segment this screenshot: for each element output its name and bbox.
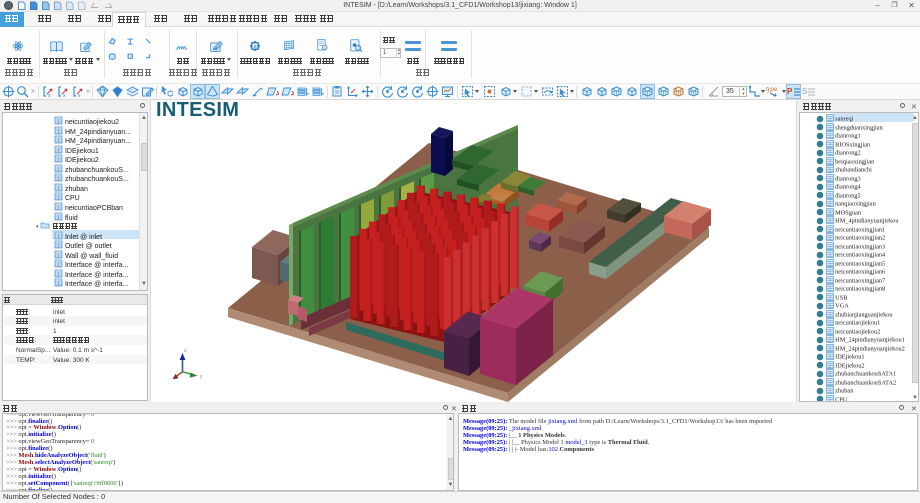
svg-text:type: type <box>766 87 778 93</box>
svg-text:y: y <box>200 374 203 380</box>
svg-text:S: S <box>802 87 807 96</box>
svg-text:x: x <box>78 93 81 98</box>
svg-text:x: x <box>48 93 51 98</box>
svg-text:P: P <box>787 87 793 96</box>
svg-text:z: z <box>184 348 187 354</box>
svg-text:x: x <box>63 93 66 98</box>
